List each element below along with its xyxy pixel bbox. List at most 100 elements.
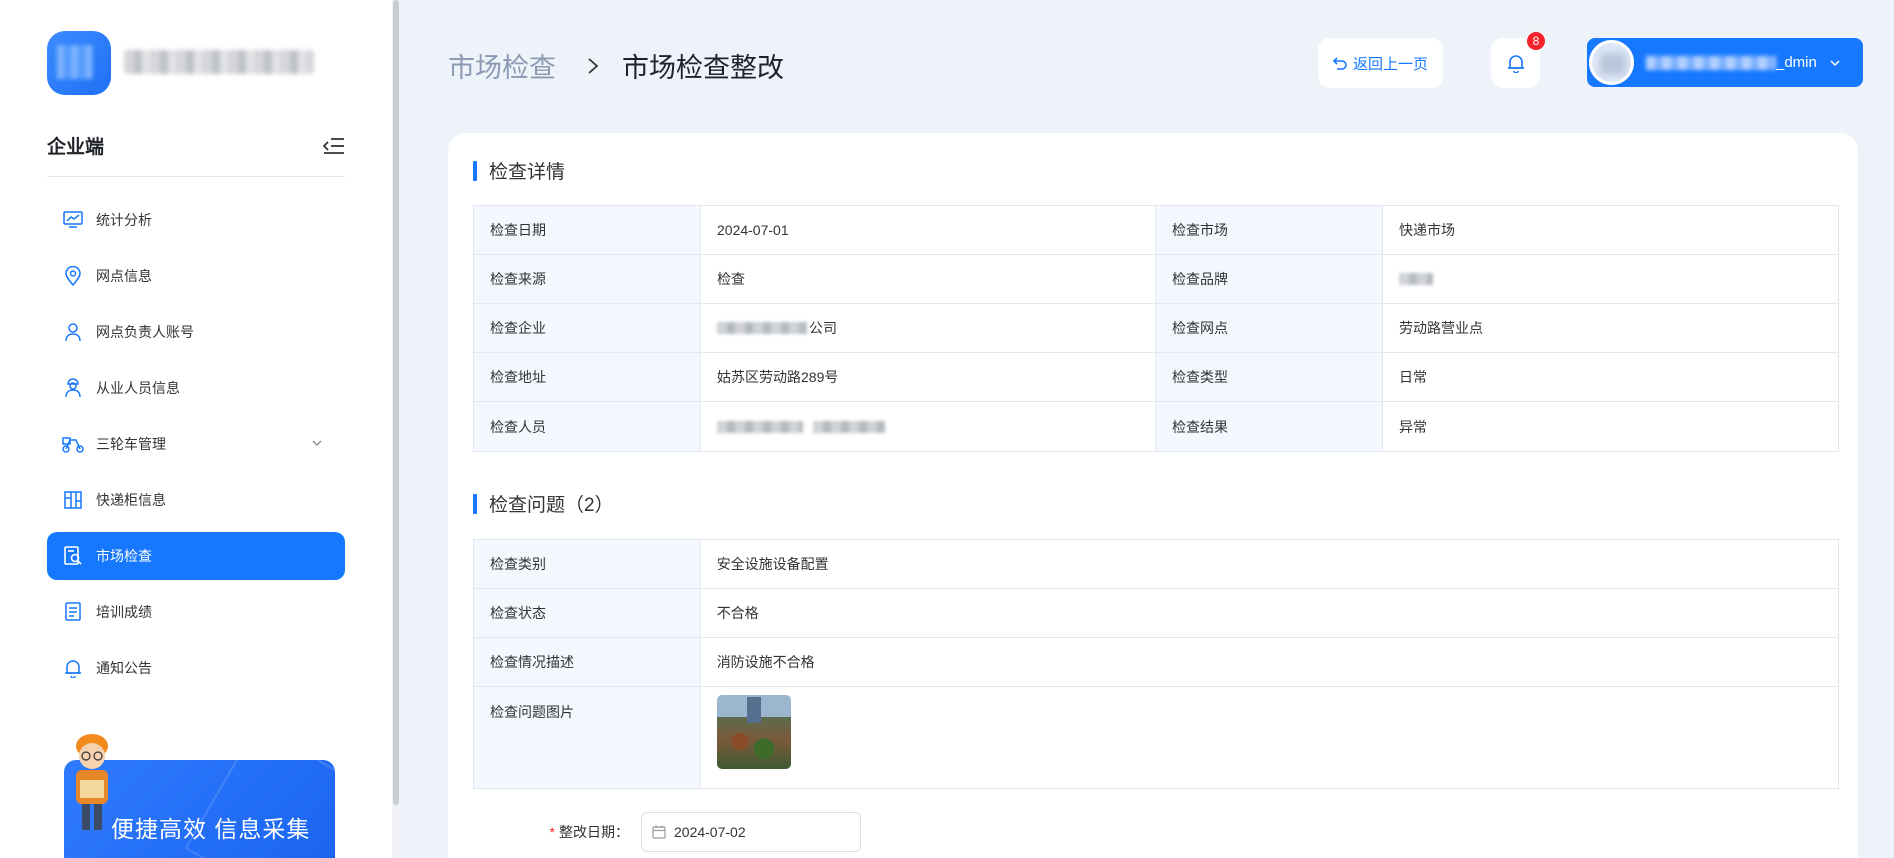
main-card: 检查详情 检查日期 2024-07-01 检查市场 快递市场 检查来源 检查 检… bbox=[448, 133, 1858, 858]
sidebar-item-stats[interactable]: 统计分析 bbox=[47, 196, 345, 244]
sidebar-item-label: 培训成绩 bbox=[96, 604, 152, 620]
tricycle-icon bbox=[62, 433, 84, 455]
sidebar-item-manager-accounts[interactable]: 网点负责人账号 bbox=[47, 308, 345, 356]
section-title-issues: 检查问题（2） bbox=[473, 490, 614, 517]
courier-mascot-icon bbox=[76, 734, 108, 830]
sidebar-menu: 统计分析 网点信息 网点负责人账号 从业人员信息 三轮车管理 快递柜信息 市场检… bbox=[47, 196, 345, 700]
table-row: 检查人员 检查结果 异常 bbox=[474, 402, 1838, 451]
chevron-down-icon[interactable] bbox=[311, 437, 323, 449]
cell-label: 检查情况描述 bbox=[474, 638, 701, 686]
cell-value: 不合格 bbox=[716, 605, 759, 621]
cell-label: 检查状态 bbox=[474, 589, 701, 637]
table-row: 检查状态 不合格 bbox=[474, 589, 1838, 638]
rectify-date-row: * 整改日期： 2024-07-02 bbox=[513, 812, 861, 852]
sidebar-item-label: 从业人员信息 bbox=[96, 380, 180, 396]
cell-value: 公司 bbox=[701, 304, 1156, 352]
table-row: 检查情况描述 消防设施不合格 bbox=[474, 638, 1838, 687]
sidebar-item-label: 市场检查 bbox=[96, 548, 152, 564]
cell-value: 检查 bbox=[701, 255, 1156, 303]
sidebar-item-training[interactable]: 培训成绩 bbox=[47, 588, 345, 636]
rectify-date-input[interactable]: 2024-07-02 bbox=[641, 812, 861, 852]
org-name-redacted bbox=[124, 50, 314, 74]
sidebar-item-label: 网点信息 bbox=[96, 268, 152, 284]
cell-value: 劳动路营业点 bbox=[1399, 320, 1483, 336]
table-row: 检查类别 安全设施设备配置 bbox=[474, 540, 1838, 589]
cell-label: 检查企业 bbox=[474, 304, 701, 352]
bell-icon bbox=[62, 657, 84, 679]
table-row: 检查问题图片 bbox=[474, 687, 1838, 788]
detail-table: 检查日期 2024-07-01 检查市场 快递市场 检查来源 检查 检查品牌 检… bbox=[473, 205, 1839, 452]
user-name: _dmin bbox=[1776, 54, 1817, 71]
bell-icon bbox=[1507, 55, 1524, 73]
issues-table: 检查类别 安全设施设备配置 检查状态 不合格 检查情况描述 消防设施不合格 检查… bbox=[473, 539, 1839, 789]
cell-label: 检查市场 bbox=[1156, 206, 1383, 254]
issue-photo-thumbnail[interactable] bbox=[716, 695, 791, 769]
notification-badge: 8 bbox=[1526, 31, 1546, 51]
section-title-detail: 检查详情 bbox=[473, 157, 565, 184]
cell-label: 检查网点 bbox=[1156, 304, 1383, 352]
cell-label: 检查地址 bbox=[474, 353, 701, 401]
cell-label: 检查结果 bbox=[1156, 402, 1383, 451]
worker-icon bbox=[62, 377, 84, 399]
cell-label: 检查类型 bbox=[1156, 353, 1383, 401]
sidebar-item-market-inspection[interactable]: 市场检查 bbox=[47, 532, 345, 580]
breadcrumb: 市场检查 市场检查整改 bbox=[448, 46, 784, 85]
page-title: 市场检查整改 bbox=[622, 53, 784, 83]
avatar bbox=[1589, 40, 1634, 85]
inspect-icon bbox=[62, 545, 84, 567]
scrollbar-thumb[interactable] bbox=[393, 0, 399, 805]
chevron-down-icon bbox=[1830, 59, 1840, 66]
sidebar-item-notices[interactable]: 通知公告 bbox=[47, 644, 345, 692]
cell-value: 姑苏区劳动路289号 bbox=[701, 353, 1156, 401]
sidebar-item-tricycle[interactable]: 三轮车管理 bbox=[47, 420, 345, 468]
cell-label: 检查问题图片 bbox=[474, 687, 701, 788]
cell-value-redacted bbox=[701, 402, 1156, 451]
rectify-date-label: * 整改日期： bbox=[513, 822, 641, 842]
cell-label: 检查来源 bbox=[474, 255, 701, 303]
back-button-label: 返回上一页 bbox=[1352, 55, 1428, 73]
undo-icon bbox=[1332, 57, 1347, 70]
cell-value bbox=[701, 687, 1838, 788]
certificate-icon bbox=[62, 601, 84, 623]
sidebar-item-staff[interactable]: 从业人员信息 bbox=[47, 364, 345, 412]
user-menu[interactable]: _dmin bbox=[1587, 38, 1863, 87]
user-name-redacted bbox=[1646, 55, 1776, 70]
sidebar-item-outlets[interactable]: 网点信息 bbox=[47, 252, 345, 300]
cell-label: 检查品牌 bbox=[1156, 255, 1383, 303]
table-row: 检查来源 检查 检查品牌 bbox=[474, 255, 1838, 304]
cell-value: 日常 bbox=[1399, 369, 1427, 385]
cell-value: 安全设施设备配置 bbox=[716, 556, 829, 572]
cell-label: 检查类别 bbox=[474, 540, 701, 588]
cell-value: 2024-07-01 bbox=[701, 206, 1156, 254]
table-row: 检查企业 公司 检查网点 劳动路营业点 bbox=[474, 304, 1838, 353]
company-suffix: 公司 bbox=[809, 320, 837, 336]
sidebar-item-label: 统计分析 bbox=[96, 212, 152, 228]
promo-text: 便捷高效 信息采集 bbox=[111, 816, 311, 842]
locker-icon bbox=[62, 489, 84, 511]
cell-value: 消防设施不合格 bbox=[716, 654, 815, 670]
breadcrumb-parent[interactable]: 市场检查 bbox=[448, 46, 556, 85]
sidebar-item-label: 网点负责人账号 bbox=[96, 324, 194, 340]
cell-label: 检查人员 bbox=[474, 402, 701, 451]
collapse-menu-icon[interactable] bbox=[323, 136, 345, 156]
required-mark: * bbox=[549, 824, 555, 840]
sidebar-item-label: 通知公告 bbox=[96, 660, 152, 676]
table-row: 检查地址 姑苏区劳动路289号 检查类型 日常 bbox=[474, 353, 1838, 402]
sidebar: 企业端 统计分析 网点信息 网点负责人账号 从业人员信息 三轮车管理 快递柜信息 bbox=[0, 0, 392, 858]
location-icon bbox=[62, 265, 84, 287]
table-row: 检查日期 2024-07-01 检查市场 快递市场 bbox=[474, 206, 1838, 255]
sidebar-item-label: 快递柜信息 bbox=[96, 492, 166, 508]
org-logo bbox=[47, 31, 111, 95]
sidebar-item-lockers[interactable]: 快递柜信息 bbox=[47, 476, 345, 524]
sidebar-item-label: 三轮车管理 bbox=[96, 436, 166, 452]
cell-value: 异常 bbox=[1399, 418, 1427, 435]
cell-value-redacted bbox=[1383, 255, 1838, 303]
calendar-icon bbox=[652, 825, 666, 839]
chevron-right-icon bbox=[588, 57, 599, 74]
rectify-date-label-text: 整改日期： bbox=[559, 824, 629, 840]
back-button[interactable]: 返回上一页 bbox=[1318, 38, 1443, 88]
sidebar-scrollbar[interactable] bbox=[392, 0, 400, 858]
rectify-date-value: 2024-07-02 bbox=[674, 824, 746, 840]
cell-value: 快递市场 bbox=[1399, 222, 1455, 238]
chart-icon bbox=[62, 209, 84, 231]
